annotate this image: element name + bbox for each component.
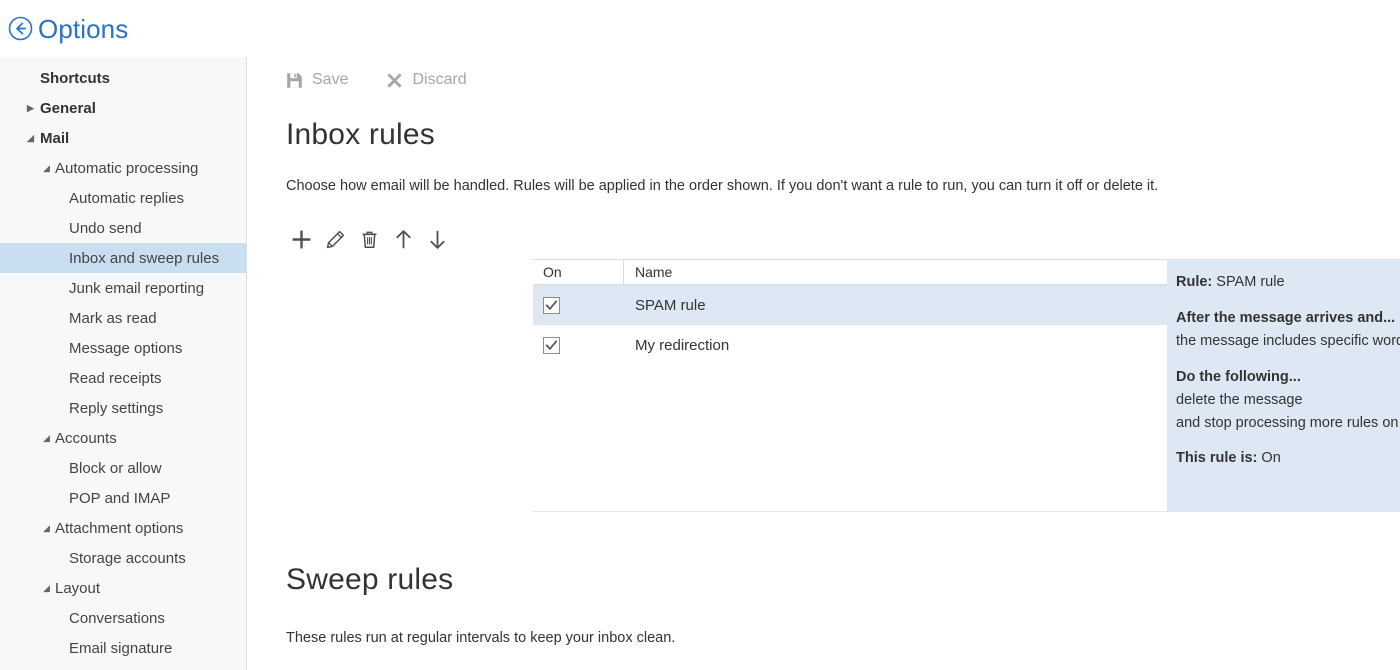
- inbox-rules-toolbar: [284, 223, 454, 255]
- options-page: Options Shortcuts ▶ General ◢ Mail ◢ Automatic…: [0, 0, 1400, 670]
- sidebar-item-shortcuts[interactable]: Shortcuts: [0, 63, 246, 93]
- rule-detail-condition-text: the message includes specific words in t…: [1176, 330, 1400, 353]
- sidebar-item-label: Layout: [55, 580, 100, 597]
- chevron-down-icon[interactable]: ◢: [43, 584, 50, 593]
- delete-rule-button[interactable]: [352, 223, 386, 255]
- sidebar-item-general[interactable]: ▶ General: [0, 93, 246, 123]
- rule-detail-condition-block: After the message arrives and... the mes…: [1176, 307, 1400, 353]
- save-button-label: Save: [312, 71, 348, 89]
- rule-detail-action-line: delete the message: [1176, 389, 1400, 412]
- sidebar-item-junk-email-reporting[interactable]: Junk email reporting: [0, 273, 246, 303]
- chevron-down-icon[interactable]: ◢: [43, 434, 50, 443]
- table-body: SPAM rule My redirection: [533, 285, 1167, 512]
- rule-detail-name-value: SPAM rule: [1216, 274, 1284, 290]
- sidebar-item-label: POP and IMAP: [69, 490, 170, 507]
- rule-detail-state-block: This rule is: On: [1176, 447, 1400, 470]
- rule-detail-condition-heading: After the message arrives and...: [1176, 310, 1395, 326]
- table-header-row: On Name: [533, 259, 1167, 285]
- chevron-down-icon[interactable]: ◢: [27, 134, 34, 143]
- sidebar-item-label: Reply settings: [69, 400, 163, 417]
- close-x-icon: [386, 72, 403, 89]
- sidebar-item-label: General: [40, 100, 96, 117]
- rule-detail-action-heading: Do the following...: [1176, 369, 1301, 385]
- rule-detail-action-block: Do the following... delete the message a…: [1176, 366, 1400, 435]
- sidebar-item-label: Block or allow: [69, 460, 162, 477]
- sidebar-item-automatic-replies[interactable]: Automatic replies: [0, 183, 246, 213]
- sidebar-item-label: Conversations: [69, 610, 165, 627]
- back-circle-arrow-icon[interactable]: [6, 15, 34, 43]
- sidebar-item-label: Read receipts: [69, 370, 162, 387]
- discard-button-label: Discard: [412, 71, 466, 89]
- sidebar-item-mark-as-read[interactable]: Mark as read: [0, 303, 246, 333]
- move-rule-down-button[interactable]: [420, 223, 454, 255]
- sidebar-item-link-preview[interactable]: Link preview: [0, 663, 246, 670]
- rule-detail-action-line: and stop processing more rules on this m…: [1176, 412, 1400, 435]
- sidebar-item-inbox-and-sweep-rules[interactable]: Inbox and sweep rules: [0, 243, 246, 273]
- sidebar-item-pop-and-imap[interactable]: POP and IMAP: [0, 483, 246, 513]
- sidebar-item-label: Mail: [40, 130, 69, 147]
- rule-detail-state-label: This rule is:: [1176, 450, 1257, 466]
- sidebar-item-storage-accounts[interactable]: Storage accounts: [0, 543, 246, 573]
- sidebar-item-accounts[interactable]: ◢ Accounts: [0, 423, 246, 453]
- save-disk-icon: [286, 72, 303, 89]
- column-header-on: On: [533, 260, 624, 284]
- sidebar-item-attachment-options[interactable]: ◢ Attachment options: [0, 513, 246, 543]
- chevron-right-icon[interactable]: ▶: [27, 104, 34, 113]
- save-button[interactable]: Save: [286, 71, 348, 89]
- move-rule-up-button[interactable]: [386, 223, 420, 255]
- page-title-options: Options: [38, 16, 128, 42]
- rule-name-cell: SPAM rule: [624, 297, 1167, 314]
- sidebar-item-label: Mark as read: [69, 310, 157, 327]
- sidebar-item-label: Automatic replies: [69, 190, 184, 207]
- sidebar-item-read-receipts[interactable]: Read receipts: [0, 363, 246, 393]
- chevron-down-icon[interactable]: ◢: [43, 524, 50, 533]
- settings-sidebar[interactable]: Shortcuts ▶ General ◢ Mail ◢ Automatic process…: [0, 57, 247, 670]
- sidebar-item-email-signature[interactable]: Email signature: [0, 633, 246, 663]
- rule-enabled-checkbox[interactable]: [543, 297, 560, 314]
- rule-name-cell: My redirection: [624, 337, 1167, 354]
- table-row[interactable]: My redirection: [533, 325, 1167, 365]
- rule-detail-name-block: Rule: SPAM rule: [1176, 271, 1400, 294]
- sidebar-item-label: Junk email reporting: [69, 280, 204, 297]
- sidebar-item-label: Undo send: [69, 220, 142, 237]
- command-bar: Save Discard: [286, 71, 467, 89]
- discard-button[interactable]: Discard: [386, 71, 466, 89]
- rule-enabled-checkbox[interactable]: [543, 337, 560, 354]
- sidebar-item-layout[interactable]: ◢ Layout: [0, 573, 246, 603]
- inbox-rules-table: On Name SPAM rule My redirection: [533, 259, 1167, 514]
- sidebar-item-undo-send[interactable]: Undo send: [0, 213, 246, 243]
- sidebar-item-label: Email signature: [69, 640, 172, 657]
- rule-detail-name-label: Rule:: [1176, 274, 1212, 290]
- rule-enabled-cell: [533, 337, 624, 354]
- sidebar-item-automatic-processing[interactable]: ◢ Automatic processing: [0, 153, 246, 183]
- sidebar-item-label: Automatic processing: [55, 160, 198, 177]
- inbox-rules-heading: Inbox rules: [286, 118, 435, 152]
- add-rule-button[interactable]: [284, 223, 318, 255]
- sidebar-item-label: Inbox and sweep rules: [69, 250, 219, 267]
- sidebar-item-reply-settings[interactable]: Reply settings: [0, 393, 246, 423]
- sidebar-item-mail[interactable]: ◢ Mail: [0, 123, 246, 153]
- sidebar-item-label: Shortcuts: [40, 70, 110, 87]
- inbox-rules-description: Choose how email will be handled. Rules …: [286, 178, 1158, 194]
- edit-rule-button[interactable]: [318, 223, 352, 255]
- column-header-name: Name: [624, 260, 1167, 284]
- chevron-down-icon[interactable]: ◢: [43, 164, 50, 173]
- rule-detail-panel: Rule: SPAM rule After the message arrive…: [1167, 259, 1400, 512]
- sidebar-item-conversations[interactable]: Conversations: [0, 603, 246, 633]
- sidebar-item-block-or-allow[interactable]: Block or allow: [0, 453, 246, 483]
- rule-detail-state-value: On: [1261, 450, 1280, 466]
- sweep-rules-heading: Sweep rules: [286, 563, 453, 597]
- main-content: Save Discard Inbox rules Choose how emai…: [248, 0, 1400, 670]
- options-header: Options: [0, 0, 247, 57]
- sweep-rules-description: These rules run at regular intervals to …: [286, 630, 675, 646]
- table-row[interactable]: SPAM rule: [533, 285, 1167, 325]
- sidebar-item-label: Message options: [69, 340, 182, 357]
- rule-enabled-cell: [533, 297, 624, 314]
- sidebar-item-label: Attachment options: [55, 520, 183, 537]
- sidebar-item-label: Accounts: [55, 430, 117, 447]
- sidebar-item-label: Storage accounts: [69, 550, 186, 567]
- sidebar-item-message-options[interactable]: Message options: [0, 333, 246, 363]
